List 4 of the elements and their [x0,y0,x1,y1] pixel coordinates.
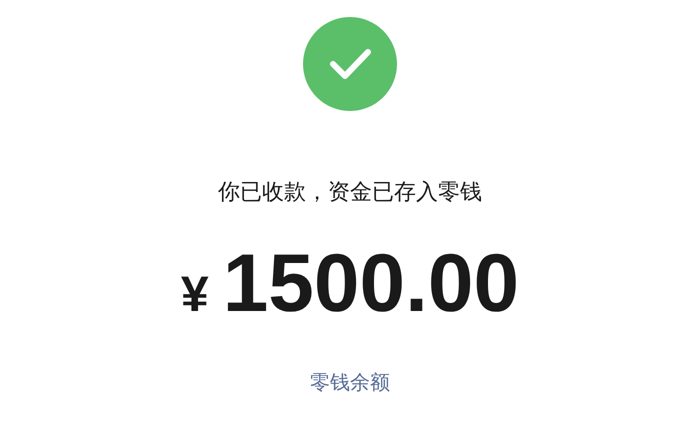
balance-link[interactable]: 零钱余额 [310,369,390,395]
currency-symbol: ¥ [180,265,209,324]
payment-message: 你已收款，资金已存入零钱 [218,179,482,207]
amount-value: 1500.00 [222,249,520,319]
